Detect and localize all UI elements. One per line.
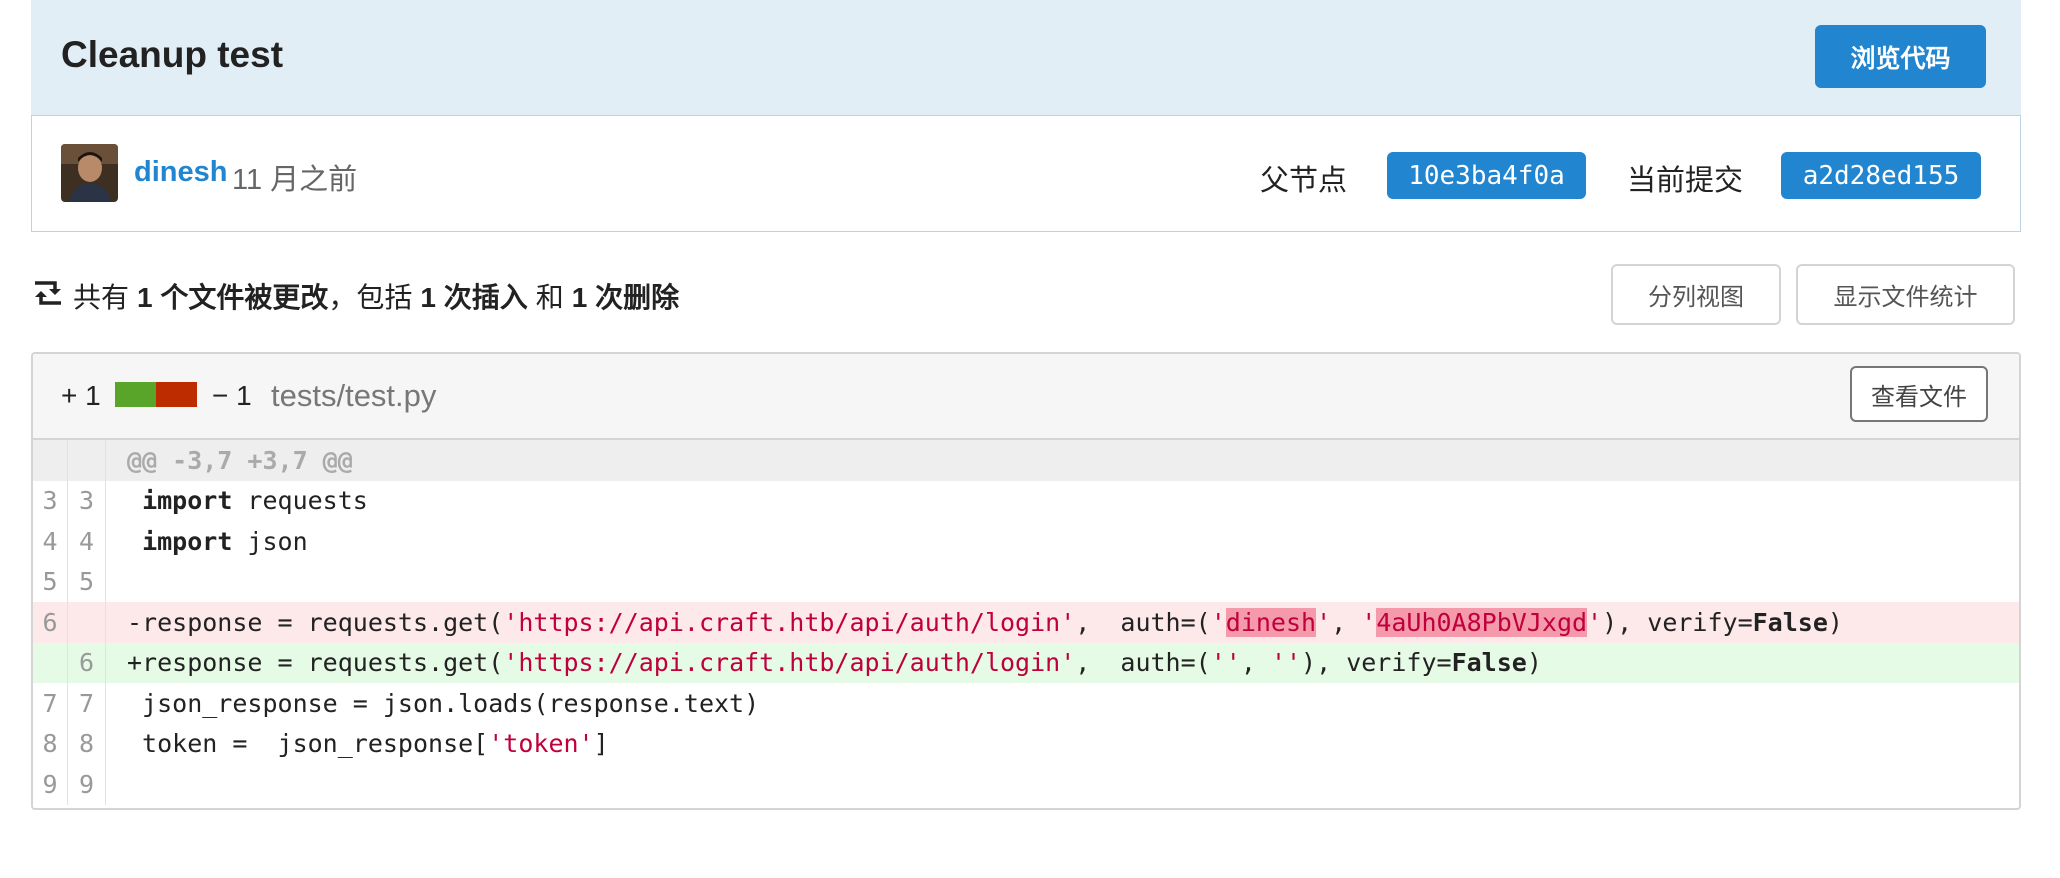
parent-label: 父节点 <box>1260 165 1348 197</box>
browse-code-button[interactable]: 浏览代码 <box>1815 25 1986 88</box>
code-line: json_response = json.loads(response.text… <box>127 688 760 718</box>
new-line-number: 8 <box>68 723 106 764</box>
diff-row: 5 5 <box>33 561 2019 602</box>
hunk-text: @@ -3,7 +3,7 @@ <box>127 445 353 475</box>
file-name: tests/test.py <box>271 378 437 413</box>
additions-bar <box>115 382 156 407</box>
old-line-number <box>33 642 68 683</box>
old-line-number: 4 <box>33 521 68 562</box>
diff-row-added: 6 +response = requests.get('https://api.… <box>33 642 2019 683</box>
deletions-bar <box>156 382 197 407</box>
new-line-number: 7 <box>68 683 106 724</box>
stats-text-1: 共有 <box>73 282 130 313</box>
new-line-number: 6 <box>68 642 106 683</box>
commit-time: 11 月之前 <box>232 164 358 196</box>
file-diff: + 1 − 1 tests/test.py 查看文件 @@ -3,7 +3,7 … <box>31 352 2021 810</box>
commit-title: Cleanup test <box>61 34 284 75</box>
code-line: +response = requests.get('https://api.cr… <box>127 648 1542 678</box>
code-line: import json <box>142 526 308 556</box>
diff-row: 8 8 token = json_response['token'] <box>33 723 2019 764</box>
diff-stats: 共有 1 个文件被更改 ，包括 1 次插入 和 1 次删除 <box>31 276 679 316</box>
deletions-count: − 1 <box>212 380 252 411</box>
stats-text-2: ，包括 <box>328 282 413 313</box>
new-line-number: 3 <box>68 480 106 521</box>
new-line-number: 9 <box>68 764 106 805</box>
current-label: 当前提交 <box>1627 165 1744 197</box>
author-link[interactable]: dinesh <box>134 156 227 189</box>
diff-row: 7 7 json_response = json.loads(response.… <box>33 683 2019 724</box>
stats-deletions: 1 次删除 <box>571 282 680 313</box>
new-line-number: 4 <box>68 521 106 562</box>
parent-sha-button[interactable]: 10e3ba4f0a <box>1387 152 1586 199</box>
stats-text-3: 和 <box>535 282 564 313</box>
split-view-button[interactable]: 分列视图 <box>1611 264 1781 325</box>
diff-row: 9 9 <box>33 764 2019 805</box>
file-header: + 1 − 1 tests/test.py 查看文件 <box>33 354 2019 440</box>
diff-row: 4 4 import json <box>33 521 2019 562</box>
additions-count: + 1 <box>61 380 101 411</box>
new-line-number: 5 <box>68 561 106 602</box>
old-line-number: 7 <box>33 683 68 724</box>
new-line-number <box>68 602 106 643</box>
diff-row-deleted: 6 -response = requests.get('https://api.… <box>33 602 2019 643</box>
stats-files-changed: 1 个文件被更改 <box>137 282 329 313</box>
old-line-number: 6 <box>33 602 68 643</box>
diff-row: 3 3 import requests <box>33 480 2019 521</box>
avatar[interactable] <box>61 144 118 202</box>
diff-hunk-header: @@ -3,7 +3,7 @@ <box>33 440 2019 481</box>
code-line: token = json_response['token'] <box>127 729 609 759</box>
current-sha-button[interactable]: a2d28ed155 <box>1781 152 1981 199</box>
commit-header <box>31 0 2021 116</box>
old-line-number: 3 <box>33 480 68 521</box>
view-file-button[interactable]: 查看文件 <box>1850 366 1988 422</box>
retweet-icon <box>31 279 65 314</box>
show-file-stats-button[interactable]: 显示文件统计 <box>1796 264 2015 325</box>
old-line-number: 9 <box>33 764 68 805</box>
old-line-number: 8 <box>33 723 68 764</box>
code-line: -response = requests.get('https://api.cr… <box>127 607 1843 637</box>
old-line-number: 5 <box>33 561 68 602</box>
code-line: import requests <box>142 486 368 516</box>
stats-insertions: 1 次插入 <box>420 282 528 313</box>
